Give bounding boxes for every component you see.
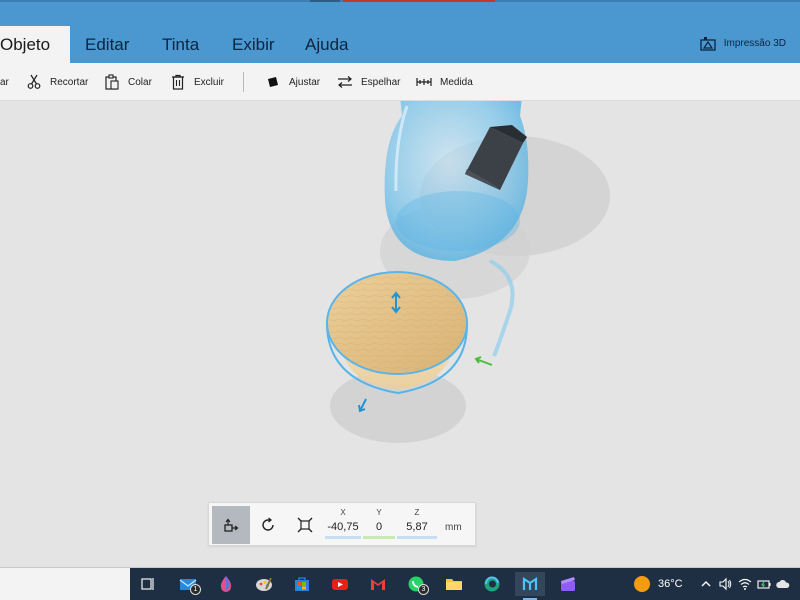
- temperature-label: 36°C: [658, 578, 683, 590]
- gmail-app-button[interactable]: [363, 572, 393, 596]
- 3d-viewport[interactable]: [0, 101, 800, 567]
- axis-y-bar: [363, 536, 395, 539]
- cloud-icon: [776, 580, 790, 588]
- fit-label: Ajustar: [289, 76, 321, 88]
- wifi-icon: [738, 578, 752, 590]
- print-3d-label: Impressão 3D: [723, 38, 786, 49]
- fit-icon: [268, 77, 278, 87]
- task-view-icon: [141, 578, 154, 590]
- show-hidden-icons-button[interactable]: [698, 576, 714, 592]
- fit-button[interactable]: Ajustar: [265, 63, 320, 101]
- toolbar: ar Recortar Colar Excluir Ajustar Espelh…: [0, 63, 800, 101]
- measure-label: Medida: [440, 76, 473, 88]
- folder-icon: [446, 579, 462, 590]
- axis-z-value[interactable]: 5,87: [397, 521, 437, 533]
- tab-tinta[interactable]: Tinta: [148, 26, 213, 63]
- rotate-tool-button[interactable]: [249, 506, 287, 544]
- whatsapp-app-button[interactable]: 3: [401, 572, 431, 596]
- tab-objeto[interactable]: Objeto: [0, 26, 70, 63]
- unit-label: mm: [445, 522, 462, 533]
- edge-icon: [484, 576, 500, 592]
- cut-button[interactable]: Recortar: [26, 63, 88, 101]
- cut-label: Recortar: [50, 76, 89, 88]
- scale-icon: [297, 517, 313, 533]
- water-drop-icon: [220, 576, 232, 592]
- menu-bar: Objeto Editar Tinta Exibir Ajuda Impress…: [0, 0, 800, 63]
- mirror-arrows-icon: [338, 76, 352, 88]
- axis-x-bar: [325, 536, 361, 539]
- 3d-builder-icon: [522, 576, 538, 590]
- tab-exibir[interactable]: Exibir: [218, 26, 289, 63]
- youtube-icon: [332, 579, 348, 590]
- axis-z: Z 5,87: [397, 508, 437, 539]
- store-app-button[interactable]: [287, 572, 317, 596]
- battery-charging-icon: [757, 580, 771, 589]
- gmail-icon: [371, 579, 385, 590]
- trash-icon: [172, 74, 184, 90]
- measure-button[interactable]: Medida: [416, 63, 473, 101]
- wooden-lid-object[interactable]: [326, 271, 469, 395]
- scissors-icon: [27, 74, 41, 89]
- mirror-button[interactable]: Espelhar: [337, 63, 400, 101]
- task-view-button[interactable]: [133, 572, 163, 596]
- speaker-icon: [719, 577, 732, 591]
- axis-y-value[interactable]: 0: [363, 521, 395, 533]
- battery-button[interactable]: [756, 576, 772, 592]
- paste-button[interactable]: Colar: [104, 63, 152, 101]
- delete-button[interactable]: Excluir: [170, 63, 224, 101]
- clipboard-icon: [105, 74, 119, 90]
- copy-label-partial: ar: [0, 76, 9, 88]
- axis-z-label: Z: [414, 508, 420, 517]
- toolbar-divider: [243, 72, 244, 92]
- axis-y: Y 0: [363, 508, 395, 539]
- store-icon: [295, 577, 309, 591]
- edge-browser-button[interactable]: [477, 572, 507, 596]
- palette-icon: [256, 577, 272, 591]
- move-icon: [224, 518, 239, 532]
- taskbar: 1 3 36°C: [130, 568, 800, 600]
- title-bar-highlight: [343, 0, 495, 2]
- chevron-up-icon: [701, 581, 711, 587]
- rotate-handle-green[interactable]: [474, 356, 493, 366]
- paint-app-button[interactable]: [211, 572, 241, 596]
- tab-ajuda[interactable]: Ajuda: [291, 26, 362, 63]
- move-tool-button[interactable]: [212, 506, 250, 544]
- volume-button[interactable]: [717, 576, 733, 592]
- weather-widget[interactable]: 36°C: [634, 568, 683, 600]
- sun-icon: [634, 576, 650, 592]
- onedrive-button[interactable]: [775, 576, 791, 592]
- ruler-icon: [416, 78, 432, 86]
- scale-tool-button[interactable]: [286, 506, 324, 544]
- rotate-icon: [262, 517, 274, 531]
- clipchamp-app-button[interactable]: [553, 572, 583, 596]
- copy-button-partial[interactable]: ar: [0, 63, 9, 101]
- file-explorer-button[interactable]: [439, 572, 469, 596]
- mail-badge: 1: [190, 584, 201, 595]
- paste-label: Colar: [128, 76, 152, 88]
- axis-x: X -40,75: [325, 508, 361, 539]
- tab-editar[interactable]: Editar: [71, 26, 143, 63]
- print-3d-icon: [700, 37, 716, 51]
- mirror-label: Espelhar: [361, 76, 401, 88]
- print-3d-button[interactable]: Impressão 3D: [700, 36, 786, 51]
- window-bottom-left: [0, 568, 130, 600]
- whatsapp-badge: 3: [418, 584, 429, 595]
- axis-x-value[interactable]: -40,75: [325, 521, 361, 533]
- wifi-button[interactable]: [737, 576, 753, 592]
- axis-z-bar: [397, 536, 437, 539]
- mail-app-button[interactable]: 1: [173, 572, 203, 596]
- title-bar-accent: [310, 0, 340, 2]
- transform-panel: X -40,75 Y 0 Z 5,87 mm: [208, 502, 476, 546]
- delete-label: Excluir: [194, 76, 225, 88]
- axis-y-label: Y: [376, 508, 382, 517]
- paint3d-app-button[interactable]: [249, 572, 279, 596]
- 3d-scene: [326, 101, 610, 443]
- youtube-app-button[interactable]: [325, 572, 355, 596]
- print3d-taskbar-button[interactable]: [515, 572, 545, 600]
- clapper-icon: [561, 577, 575, 591]
- axis-x-label: X: [340, 508, 346, 517]
